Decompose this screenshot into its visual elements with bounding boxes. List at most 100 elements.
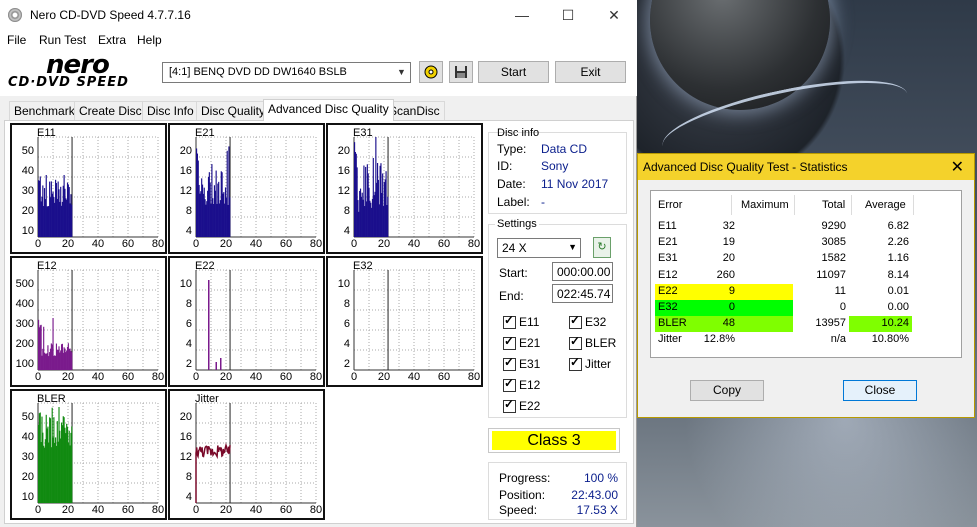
x-tick-label: 60 xyxy=(437,371,451,383)
checkbox-e21[interactable]: E21 xyxy=(503,334,540,350)
x-tick-label: 40 xyxy=(249,504,263,516)
tab-disc-quality[interactable]: Disc Quality xyxy=(196,101,271,120)
x-tick-label: 0 xyxy=(34,504,42,516)
checkbox-e31[interactable]: E31 xyxy=(503,355,540,371)
save-button[interactable] xyxy=(449,61,473,83)
y-tick-label: 4 xyxy=(185,338,192,350)
y-tick-label: 2 xyxy=(185,358,192,370)
dialog-close-button[interactable]: Close xyxy=(843,380,917,401)
stats-cell-average: 0.01 xyxy=(887,284,909,297)
dialog-title-bar[interactable]: Advanced Disc Quality Test - Statistics … xyxy=(638,154,974,180)
y-tick-label: 8 xyxy=(185,471,192,483)
drive-select[interactable]: [4:1] BENQ DVD DD DW1640 BSLB ▼ xyxy=(162,62,411,83)
y-tick-label: 4 xyxy=(185,491,192,503)
stats-row: BLER 48 13957 10.24 xyxy=(655,316,955,333)
x-tick-label: 80 xyxy=(151,238,165,250)
y-tick-label: 20 xyxy=(21,471,34,483)
copy-button[interactable]: Copy xyxy=(690,380,764,401)
start-field[interactable]: 000:00.00 xyxy=(552,262,613,281)
header-maximum: Maximum xyxy=(741,199,789,211)
x-tick-label: 80 xyxy=(151,371,165,383)
y-tick-label: 4 xyxy=(343,338,350,350)
e11-graph: E11 50 40 30 20 10 0 20 40 60 80 xyxy=(10,123,167,254)
y-tick-label: 12 xyxy=(337,185,350,197)
tab-advanced-disc-quality[interactable]: Advanced Disc Quality xyxy=(263,99,394,121)
e21-graph: E21 20 16 12 8 4 0 20 40 60 80 xyxy=(168,123,325,254)
graph-plot xyxy=(195,269,317,371)
start-button[interactable]: Start xyxy=(478,61,549,83)
x-tick-label: 0 xyxy=(350,371,358,383)
stats-cell-average: 6.82 xyxy=(887,220,909,232)
main-window: Nero CD-DVD Speed 4.7.7.16 — ☐ ✕ File Ru… xyxy=(0,0,637,527)
checkbox-e11[interactable]: E11 xyxy=(503,313,539,329)
y-tick-label: 50 xyxy=(21,411,34,423)
menu-extra[interactable]: Extra xyxy=(98,33,126,47)
exit-button[interactable]: Exit xyxy=(555,61,626,83)
progress-group: Progress: 100 % Position: 22:43.00 Speed… xyxy=(488,462,627,520)
stats-cell-total: 1582 xyxy=(821,252,846,265)
stats-cell-maximum: 12.8% xyxy=(703,333,735,346)
refresh-speed-button[interactable]: ↻ xyxy=(593,237,611,258)
speed-select[interactable]: 24 X ▼ xyxy=(497,238,581,258)
disc-id-value: Sony xyxy=(541,159,569,173)
drive-select-value: [4:1] BENQ DVD DD DW1640 BSLB xyxy=(169,66,347,78)
speed-select-value: 24 X xyxy=(502,241,527,255)
stats-cell-average: 8.14 xyxy=(887,268,909,281)
y-tick-label: 8 xyxy=(185,298,192,310)
progress-value: 100 % xyxy=(583,471,618,485)
checkbox-jitter[interactable]: Jitter xyxy=(569,355,611,371)
stats-row: E21 19 3085 2.26 xyxy=(655,235,955,251)
y-tick-label: 6 xyxy=(343,318,350,330)
checkbox-e32[interactable]: E32 xyxy=(569,313,606,329)
stats-cell-error: E11 xyxy=(658,220,677,232)
graph-plot xyxy=(37,269,159,371)
window-title: Nero CD-DVD Speed 4.7.7.16 xyxy=(30,8,191,22)
graph-plot xyxy=(353,269,475,371)
menu-help[interactable]: Help xyxy=(137,33,162,47)
chevron-down-icon: ▼ xyxy=(397,67,406,77)
menu-bar: File Run Test Extra Help xyxy=(0,30,637,50)
x-tick-label: 40 xyxy=(407,371,421,383)
y-tick-label: 4 xyxy=(343,225,350,237)
graph-bar xyxy=(71,204,73,237)
stats-cell-total: 11 xyxy=(834,284,846,297)
checkbox-e22[interactable]: E22 xyxy=(503,397,540,413)
header-divider xyxy=(851,195,852,215)
dialog-close-icon[interactable]: ✕ xyxy=(951,157,964,177)
y-tick-label: 16 xyxy=(337,165,350,177)
drive-info-button[interactable] xyxy=(419,61,443,83)
tab-benchmark[interactable]: Benchmark xyxy=(9,101,80,120)
title-bar[interactable]: Nero CD-DVD Speed 4.7.7.16 — ☐ ✕ xyxy=(0,0,637,30)
tab-disc-info[interactable]: Disc Info xyxy=(142,101,199,120)
y-tick-label: 8 xyxy=(343,298,350,310)
menu-run-test[interactable]: Run Test xyxy=(39,33,86,47)
y-tick-label: 30 xyxy=(21,185,34,197)
minimize-button[interactable]: — xyxy=(499,0,545,30)
checkbox-e12[interactable]: E12 xyxy=(503,376,540,392)
x-tick-label: 0 xyxy=(192,238,200,250)
close-button[interactable]: ✕ xyxy=(591,0,637,30)
tab-create-disc[interactable]: Create Disc xyxy=(74,101,147,120)
disc-date-label: Date: xyxy=(497,177,526,191)
x-tick-label: 20 xyxy=(61,371,75,383)
end-field[interactable]: 022:45.74 xyxy=(552,284,613,303)
disc-type-label: Type: xyxy=(497,142,527,156)
y-tick-label: 2 xyxy=(343,358,350,370)
x-tick-label: 80 xyxy=(467,371,481,383)
y-tick-label: 10 xyxy=(337,278,350,290)
maximize-button[interactable]: ☐ xyxy=(545,0,591,30)
menu-file[interactable]: File xyxy=(7,33,26,47)
dialog-title: Advanced Disc Quality Test - Statistics xyxy=(643,160,848,174)
y-tick-label: 400 xyxy=(15,298,34,310)
checkbox-bler[interactable]: BLER xyxy=(569,334,616,350)
x-tick-label: 40 xyxy=(249,371,263,383)
y-tick-label: 4 xyxy=(185,225,192,237)
settings-group: Settings 24 X ▼ ↻ Start: 000:00.00 End: … xyxy=(488,218,627,418)
y-tick-label: 500 xyxy=(15,278,34,290)
stats-cell-total: 11097 xyxy=(816,268,846,281)
x-tick-label: 80 xyxy=(309,238,323,250)
x-tick-label: 20 xyxy=(219,238,233,250)
x-tick-label: 0 xyxy=(34,371,42,383)
y-tick-label: 8 xyxy=(185,205,192,217)
header-divider xyxy=(913,195,914,215)
